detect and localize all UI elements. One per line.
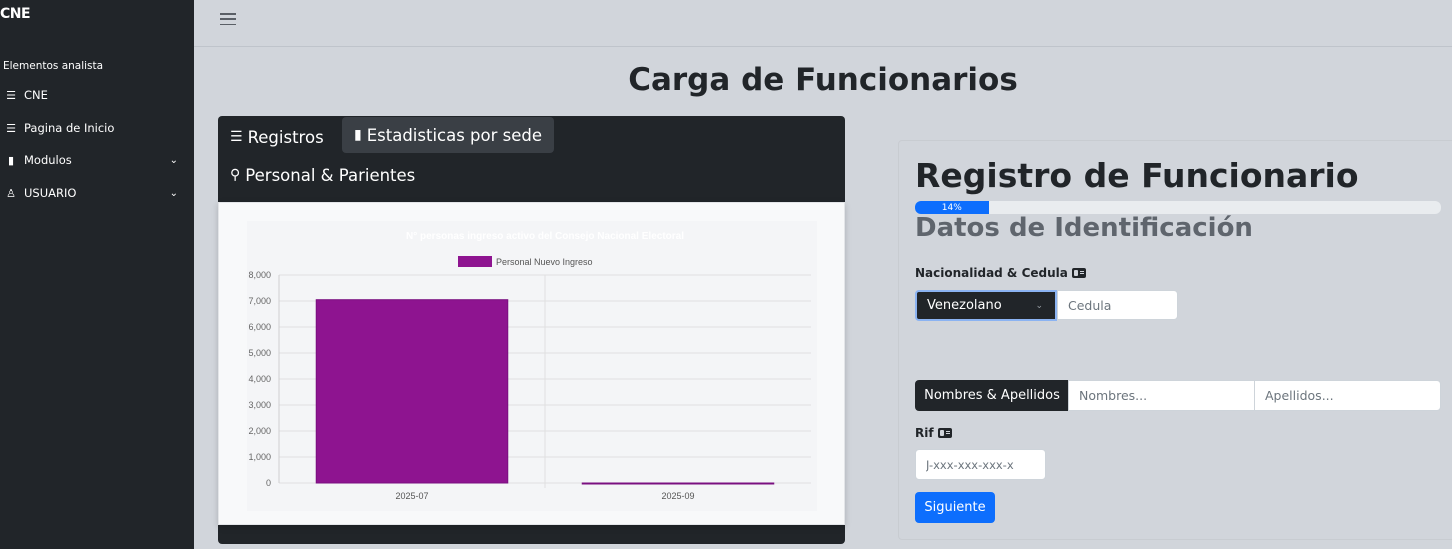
nombres-input[interactable] bbox=[1068, 380, 1255, 411]
chevron-down-icon: ⌄ bbox=[1035, 300, 1043, 311]
list-icon: ☰ bbox=[6, 88, 16, 102]
nacionalidad-select-value: Venezolano bbox=[927, 298, 1002, 313]
y-tick-label: 6,000 bbox=[248, 322, 271, 332]
tab-label: Registros bbox=[247, 127, 324, 147]
legend-label: Personal Nuevo Ingreso bbox=[496, 257, 593, 267]
bar-chart-icon: ▮ bbox=[354, 127, 362, 143]
bar bbox=[581, 482, 775, 485]
tab-registros[interactable]: ☰ Registros bbox=[230, 124, 324, 150]
chevron-down-icon: ⌄ bbox=[169, 187, 178, 199]
search-people-icon: ⚲ bbox=[230, 167, 241, 183]
hamburger-menu-icon[interactable] bbox=[220, 13, 236, 25]
siguiente-button[interactable]: Siguiente bbox=[915, 492, 995, 523]
y-tick-label: 5,000 bbox=[248, 348, 271, 358]
file-icon: ▮ bbox=[7, 153, 15, 167]
id-card-icon bbox=[1071, 268, 1086, 278]
list-icon: ☰ bbox=[6, 121, 16, 135]
apellidos-input[interactable] bbox=[1254, 380, 1441, 411]
rif-label-text: Rif bbox=[915, 426, 934, 440]
sidebar-item-usuario[interactable]: ♙ USUARIO ⌄ bbox=[4, 181, 184, 205]
nombres-apellidos-label: Nombres & Apellidos bbox=[915, 380, 1069, 411]
y-tick-label: 1,000 bbox=[248, 452, 271, 462]
sidebar-item-modulos[interactable]: ▮ Modulos ⌄ bbox=[4, 148, 184, 172]
bar-chart: N° personas ingreso activo del Consejo N… bbox=[247, 221, 817, 511]
cedula-input[interactable] bbox=[1057, 290, 1178, 320]
tab-estadisticas[interactable]: ▮ Estadisticas por sede bbox=[342, 117, 555, 153]
form-title: Registro de Funcionario bbox=[915, 156, 1359, 195]
chart-title: N° personas ingreso activo del Consejo N… bbox=[406, 231, 684, 242]
y-tick-label: 8,000 bbox=[248, 270, 271, 280]
sidebar-item-label: USUARIO bbox=[24, 186, 77, 200]
page-title: Carga de Funcionarios bbox=[628, 62, 1018, 98]
chart-panel: N° personas ingreso activo del Consejo N… bbox=[218, 202, 845, 525]
sidebar-item-home[interactable]: ☰ Pagina de Inicio bbox=[4, 116, 184, 140]
nacionalidad-label-text: Nacionalidad & Cedula bbox=[915, 266, 1068, 280]
section-title: Datos de Identificación bbox=[915, 213, 1253, 243]
nacionalidad-label: Nacionalidad & Cedula bbox=[915, 266, 1086, 280]
nacionalidad-select[interactable]: Venezolano ⌄ bbox=[915, 290, 1057, 321]
tab-personal-parientes[interactable]: ⚲ Personal & Parientes bbox=[230, 162, 415, 188]
chevron-down-icon: ⌄ bbox=[169, 154, 178, 166]
id-card-icon bbox=[937, 428, 952, 438]
user-icon: ♙ bbox=[6, 186, 16, 200]
tab-label: Estadisticas por sede bbox=[366, 125, 543, 145]
form-card bbox=[898, 140, 1452, 540]
sidebar-section-heading: Elementos analista bbox=[3, 60, 104, 72]
legend-swatch bbox=[458, 256, 492, 267]
sidebar: CNE Elementos analista ☰ CNE ☰ Pagina de… bbox=[0, 0, 194, 549]
rif-input[interactable] bbox=[915, 449, 1046, 480]
y-tick-label: 2,000 bbox=[248, 426, 271, 436]
x-tick-label: 2025-09 bbox=[661, 491, 694, 501]
y-tick-label: 3,000 bbox=[248, 400, 271, 410]
y-tick-label: 4,000 bbox=[248, 374, 271, 384]
x-tick-label: 2025-07 bbox=[395, 491, 428, 501]
brand-logo[interactable]: CNE bbox=[0, 6, 31, 22]
y-tick-label: 0 bbox=[266, 478, 271, 488]
sidebar-item-cne[interactable]: ☰ CNE bbox=[4, 83, 184, 107]
y-tick-label: 7,000 bbox=[248, 296, 271, 306]
top-bar bbox=[194, 0, 1452, 47]
sidebar-item-label: Pagina de Inicio bbox=[24, 121, 115, 135]
rif-label: Rif bbox=[915, 426, 952, 440]
list-icon: ☰ bbox=[230, 129, 243, 145]
tab-label: Personal & Parientes bbox=[245, 165, 416, 185]
bar bbox=[315, 299, 509, 484]
sidebar-item-label: CNE bbox=[24, 88, 48, 102]
sidebar-item-label: Modulos bbox=[24, 153, 72, 167]
